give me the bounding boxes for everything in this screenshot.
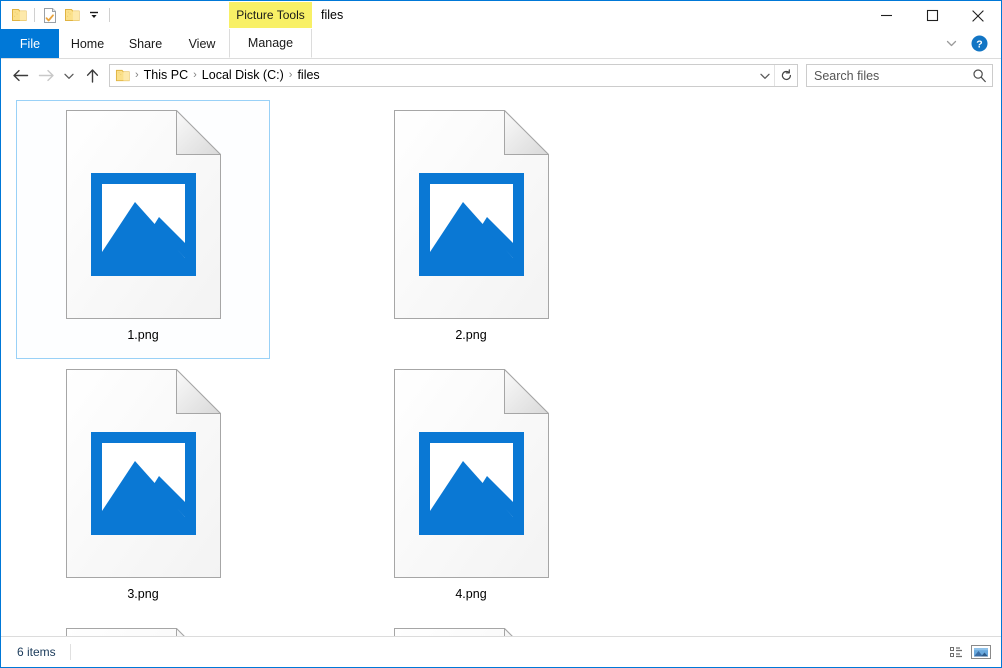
forward-button[interactable] bbox=[33, 63, 59, 89]
breadcrumb-item-local-disk[interactable]: Local Disk (C:) bbox=[198, 65, 288, 86]
close-button[interactable] bbox=[955, 1, 1001, 30]
breadcrumb[interactable]: › This PC › Local Disk (C:) › files bbox=[109, 64, 798, 87]
file-item[interactable]: 6.png bbox=[344, 618, 598, 636]
file-label: 2.png bbox=[455, 328, 487, 342]
tab-file[interactable]: File bbox=[1, 29, 59, 58]
view-toggle-group bbox=[945, 640, 993, 663]
explorer-window: Picture Tools files File Home Share View… bbox=[0, 0, 1002, 668]
back-button[interactable] bbox=[7, 63, 33, 89]
png-file-icon bbox=[65, 628, 221, 636]
breadcrumb-item-this-pc[interactable]: This PC bbox=[140, 65, 192, 86]
minimize-button[interactable] bbox=[863, 1, 909, 30]
search-input[interactable] bbox=[807, 65, 992, 86]
qat-separator-1 bbox=[34, 8, 35, 22]
file-item[interactable]: 2.png bbox=[344, 100, 598, 359]
file-label: 1.png bbox=[127, 328, 159, 342]
file-list-view[interactable]: 1.png 2.png 3.png 4.png bbox=[1, 92, 1001, 636]
png-file-icon bbox=[393, 369, 549, 578]
maximize-button[interactable] bbox=[909, 1, 955, 30]
file-item[interactable]: 1.png bbox=[16, 100, 270, 359]
large-icons-view-button[interactable] bbox=[969, 640, 993, 663]
recent-locations-button[interactable] bbox=[59, 63, 79, 89]
up-button[interactable] bbox=[79, 63, 105, 89]
png-file-icon bbox=[393, 628, 549, 636]
ribbon-right-controls: ? bbox=[937, 29, 999, 58]
png-file-icon bbox=[65, 110, 221, 319]
new-folder-icon[interactable] bbox=[61, 4, 83, 26]
file-label: 3.png bbox=[127, 587, 159, 601]
properties-icon[interactable] bbox=[39, 4, 61, 26]
previous-locations-icon[interactable] bbox=[755, 65, 775, 86]
item-count-label: 6 items bbox=[17, 645, 56, 659]
ribbon-tab-strip: File Home Share View Manage ? bbox=[1, 29, 1001, 59]
window-controls bbox=[863, 1, 1001, 30]
folder-icon[interactable] bbox=[8, 4, 30, 26]
address-bar: › This PC › Local Disk (C:) › files bbox=[1, 59, 1001, 92]
window-title: files bbox=[321, 8, 344, 22]
png-file-icon bbox=[65, 369, 221, 578]
png-file-icon bbox=[393, 110, 549, 319]
file-label: 4.png bbox=[455, 587, 487, 601]
breadcrumb-item-files[interactable]: files bbox=[293, 65, 323, 86]
status-bar: 6 items bbox=[1, 636, 1001, 667]
help-icon[interactable]: ? bbox=[965, 30, 993, 58]
tab-share[interactable]: Share bbox=[116, 29, 175, 58]
file-grid: 1.png 2.png 3.png 4.png bbox=[16, 100, 986, 636]
picture-tools-header: Picture Tools bbox=[229, 2, 312, 28]
chevron-down-icon[interactable] bbox=[937, 30, 965, 58]
svg-text:?: ? bbox=[976, 38, 982, 50]
breadcrumb-folder-icon[interactable] bbox=[110, 68, 134, 83]
quick-access-toolbar bbox=[8, 4, 114, 26]
tab-view[interactable]: View bbox=[175, 29, 229, 58]
chevron-down-icon[interactable] bbox=[83, 4, 105, 26]
file-item[interactable]: 3.png bbox=[16, 359, 270, 618]
tab-home[interactable]: Home bbox=[59, 29, 116, 58]
refresh-icon[interactable] bbox=[774, 65, 797, 86]
status-separator bbox=[69, 644, 71, 660]
title-bar: Picture Tools files bbox=[1, 1, 1001, 29]
tab-manage[interactable]: Manage bbox=[229, 29, 312, 58]
qat-separator-2 bbox=[109, 8, 110, 22]
search-icon bbox=[972, 68, 987, 88]
file-item[interactable]: 5.png bbox=[16, 618, 270, 636]
file-item[interactable]: 4.png bbox=[344, 359, 598, 618]
search-box[interactable] bbox=[806, 64, 993, 87]
details-view-button[interactable] bbox=[945, 640, 969, 663]
